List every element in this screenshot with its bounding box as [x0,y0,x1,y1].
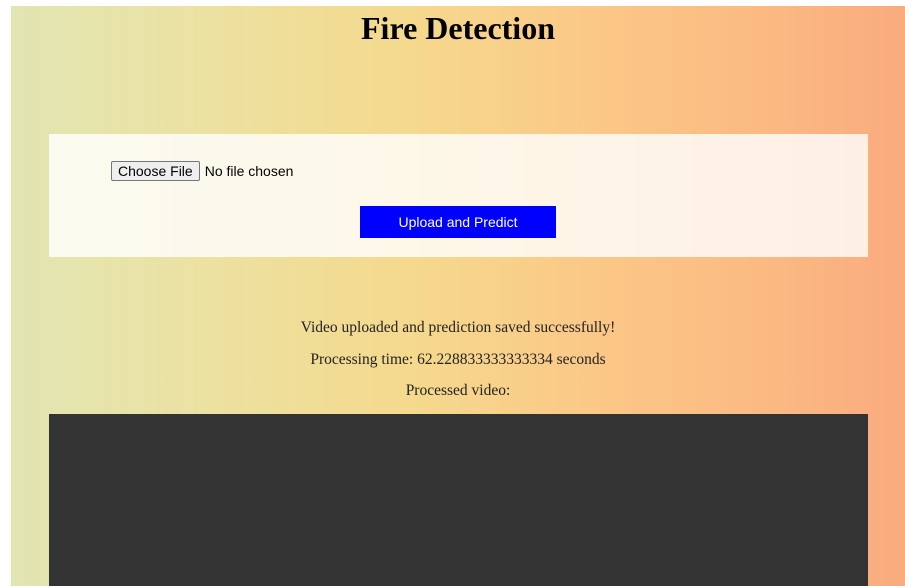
upload-and-predict-button[interactable]: Upload and Predict [360,206,556,238]
success-message: Video uploaded and prediction saved succ… [300,319,616,336]
choose-file-button[interactable]: Choose File [111,161,200,181]
file-status-text: No file chosen [204,163,294,179]
file-input[interactable]: Choose File No file chosen [111,161,293,181]
page-title: Fire Detection [361,10,555,46]
processed-video-label: Processed video: [405,382,511,399]
upload-form: Choose File No file chosen Upload and Pr… [49,134,868,257]
processing-time-text: Processing time: 62.228833333333334 seco… [310,351,606,368]
page-container: Fire Detection Choose File No file chose… [11,6,905,586]
processed-video-player[interactable] [49,414,868,586]
